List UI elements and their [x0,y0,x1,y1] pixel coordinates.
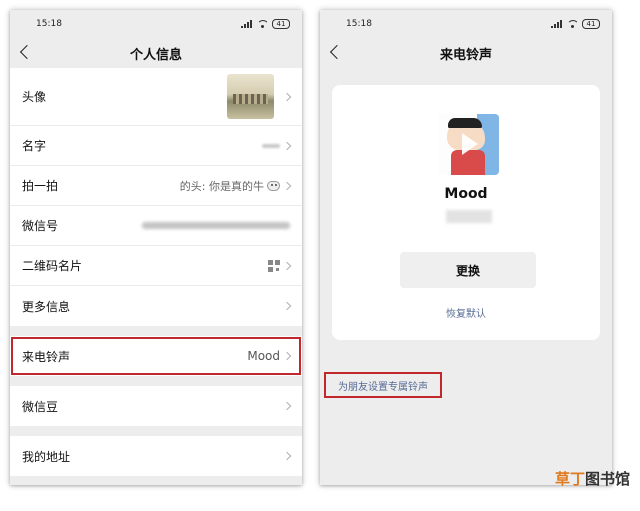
row-wechat-id[interactable]: 微信号 [10,206,302,246]
page-title: 个人信息 [129,47,182,63]
chevron-right-icon [282,261,292,270]
watermark: 草丁 图书馆 [555,468,630,489]
battery-icon: 41 [272,19,290,29]
redacted-name [262,143,280,148]
cow-emoji-icon [267,180,280,191]
row-label: 微信号 [22,219,59,233]
chevron-right-icon [282,141,292,150]
change-button[interactable]: 更换 [400,252,536,288]
section-divider [10,426,302,436]
status-icons: 41 [551,19,600,29]
song-title: Mood [444,186,488,202]
address-list: 我的地址 [10,436,302,476]
status-bar: 15:18 41 [10,10,302,38]
restore-default-link[interactable]: 恢复默认 [332,305,600,320]
cover-hair [448,118,482,128]
row-label: 拍一拍 [22,179,59,193]
redacted-wechat-id [142,222,290,229]
ringtone-value: Mood [247,349,280,363]
ringtone-screen: 15:18 41 来电铃声 Mood 更换 恢复默认 为朋友设置专属铃声 [320,10,612,485]
row-label: 来电铃声 [22,349,71,364]
row-label: 名字 [22,139,47,153]
chevron-right-icon [282,351,292,361]
status-time: 15:18 [346,19,372,29]
row-value: 的头: 你是真的牛 [180,178,280,194]
signal-icon [551,20,562,28]
friend-ringtone-link[interactable]: 为朋友设置专属铃声 [324,372,442,398]
play-icon[interactable] [462,133,478,155]
song-cover[interactable] [438,114,499,175]
profile-screen: 15:18 41 个人信息 头像 名字 拍一拍 的头: 你是真的牛 微信号 二维… [10,10,302,485]
ringtone-card: Mood 更换 恢复默认 [332,85,600,340]
row-label: 头像 [22,90,47,104]
avatar [227,74,274,119]
row-wechat-beans[interactable]: 微信豆 [10,386,302,426]
row-label: 微信豆 [22,399,59,414]
row-avatar[interactable]: 头像 [10,68,302,126]
profile-list: 头像 名字 拍一拍 的头: 你是真的牛 微信号 二维码名片 更多信息 [10,68,302,326]
wifi-icon [567,20,579,28]
row-pat[interactable]: 拍一拍 的头: 你是真的牛 [10,166,302,206]
back-icon[interactable] [19,44,35,60]
redacted-artist [446,210,492,223]
row-label: 我的地址 [22,449,71,464]
status-bar: 15:18 41 [320,10,612,38]
row-ringtone[interactable]: 来电铃声 Mood [10,336,302,376]
row-more-info[interactable]: 更多信息 [10,286,302,326]
status-icons: 41 [241,19,290,29]
watermark-part1: 草丁 [554,470,585,488]
ringtone-list: 来电铃声 Mood [10,336,302,376]
chevron-right-icon [282,92,292,101]
row-name[interactable]: 名字 [10,126,302,166]
battery-icon: 41 [582,19,600,29]
nav-bar: 个人信息 [10,38,302,68]
pat-text: 的头: 你是真的牛 [179,179,264,193]
wifi-icon [257,20,269,28]
chevron-right-icon [282,181,292,190]
signal-icon [241,20,252,28]
status-time: 15:18 [36,19,62,29]
beans-list: 微信豆 [10,386,302,426]
row-label: 更多信息 [22,299,71,314]
nav-bar: 来电铃声 [320,38,612,68]
section-divider [10,376,302,386]
section-divider [10,326,302,336]
watermark-part2: 图书馆 [584,470,630,488]
qr-code-icon [268,259,280,272]
row-address[interactable]: 我的地址 [10,436,302,476]
page-title: 来电铃声 [439,47,492,63]
back-icon[interactable] [329,44,345,60]
row-label: 二维码名片 [22,259,83,273]
friend-ringtone-label: 为朋友设置专属铃声 [338,381,428,393]
row-qr-code[interactable]: 二维码名片 [10,246,302,286]
